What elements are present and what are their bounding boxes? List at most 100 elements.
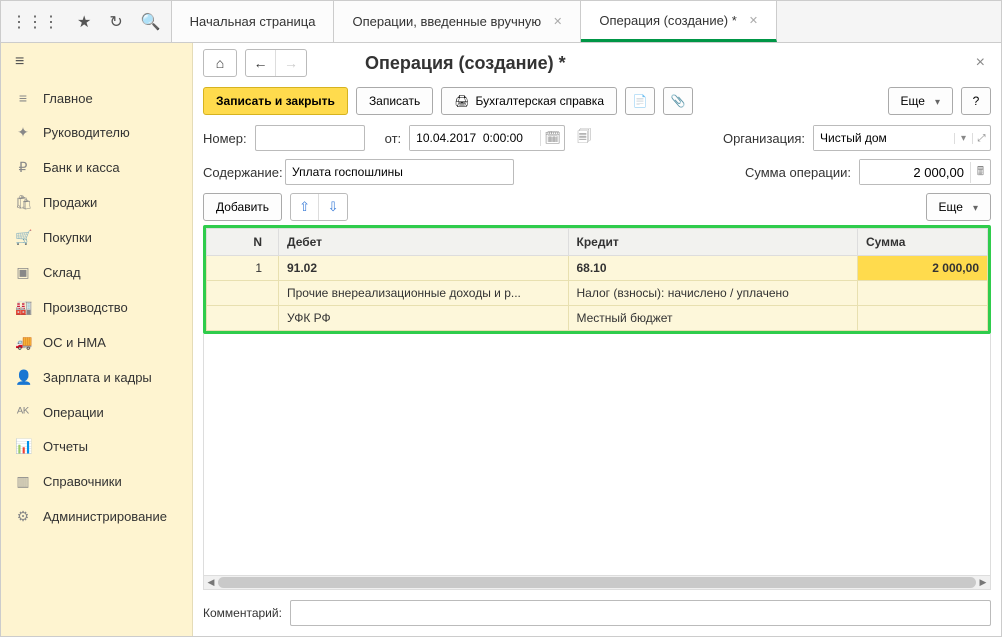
sidebar-item-label: Покупки — [43, 230, 92, 245]
factory-icon: 🏭 — [15, 299, 31, 316]
sidebar-item-label: Банк и касса — [43, 160, 120, 175]
cell-debit-code[interactable]: 91.02 — [279, 256, 569, 281]
sidebar-item-label: Зарплата и кадры — [43, 370, 152, 385]
sidebar-item-main[interactable]: ≡Главное — [1, 81, 192, 115]
apps-icon[interactable]: ⋮⋮⋮ — [7, 8, 63, 36]
main-toolbar: Записать и закрыть Записать 🖨 Бухгалтерск… — [203, 87, 991, 115]
close-icon[interactable]: ✕ — [553, 15, 562, 28]
open-ref-icon[interactable]: ⤢ — [972, 133, 990, 144]
sidebar-item-production[interactable]: 🏭Производство — [1, 290, 192, 325]
number-input[interactable] — [255, 125, 365, 151]
date-field: 🗓 — [409, 125, 565, 151]
warehouse-icon: ▣ — [15, 264, 31, 281]
star-icon[interactable]: ★ — [73, 8, 95, 36]
main-content: ⌂ ← → Операция (создание) * × Записать и… — [193, 43, 1001, 636]
col-debit[interactable]: Дебет — [279, 229, 569, 256]
forward-button[interactable]: → — [276, 50, 306, 76]
tab-operations-list[interactable]: Операции, введенные вручную ✕ — [334, 1, 581, 42]
calendar-icon[interactable]: 🗓 — [540, 130, 564, 146]
tab-home[interactable]: Начальная страница — [172, 1, 335, 42]
manager-icon: ✦ — [15, 124, 31, 141]
table-row-sub2[interactable]: УФК РФ Местный бюджет — [207, 306, 988, 331]
help-button[interactable]: ? — [961, 87, 991, 115]
table-more-button[interactable]: Еще — [926, 193, 991, 221]
comment-input[interactable] — [290, 600, 991, 626]
cell-credit-analytic1[interactable]: Налог (взносы): начислено / уплачено — [568, 281, 858, 306]
history-icon[interactable]: ↻ — [105, 8, 126, 36]
printer-icon: 🖨 — [454, 94, 469, 108]
table-header-row: N Дебет Кредит Сумма — [207, 229, 988, 256]
comment-row: Комментарий: — [203, 600, 991, 626]
sidebar-item-sales[interactable]: 🛍Продажи — [1, 185, 192, 220]
calculator-icon[interactable]: 🖩 — [970, 162, 990, 183]
sidebar-item-bank[interactable]: ₽Банк и касса — [1, 150, 192, 185]
sum-input[interactable] — [860, 160, 970, 184]
acc-ref-button[interactable]: 🖨 Бухгалтерская справка — [441, 87, 617, 115]
org-label: Организация: — [723, 131, 805, 146]
sidebar-collapse-icon[interactable]: ≡ — [1, 43, 192, 81]
comment-label: Комментарий: — [203, 606, 282, 620]
create-based-button[interactable]: 📄 — [625, 87, 655, 115]
number-label: Номер: — [203, 131, 247, 146]
table-row-sub1[interactable]: Прочие внереализационные доходы и р... Н… — [207, 281, 988, 306]
dropdown-icon[interactable]: ▾ — [954, 133, 972, 144]
date-input[interactable] — [410, 126, 540, 150]
scroll-right-icon[interactable]: ▶ — [976, 576, 990, 589]
horizontal-scrollbar[interactable]: ◀ ▶ — [203, 576, 991, 590]
org-input[interactable] — [814, 126, 954, 150]
tab-label: Начальная страница — [190, 14, 316, 29]
operations-icon: ᴬᴷ — [15, 404, 31, 420]
acc-ref-label: Бухгалтерская справка — [475, 94, 604, 108]
move-up-button[interactable]: ⇧ — [291, 194, 319, 220]
scroll-thumb[interactable] — [218, 577, 976, 588]
sidebar-item-admin[interactable]: ⚙ Администрирование — [1, 499, 192, 534]
close-page-button[interactable]: × — [970, 50, 991, 76]
col-credit[interactable]: Кредит — [568, 229, 858, 256]
cell-n[interactable]: 1 — [207, 256, 279, 281]
form-row-content: Содержание: Сумма операции: 🖩 — [203, 159, 991, 185]
table-empty-area[interactable] — [203, 334, 991, 576]
sidebar-item-operations[interactable]: ᴬᴷ Операции — [1, 395, 192, 429]
cart-icon: 🛒 — [15, 229, 31, 246]
chevron-down-icon — [969, 200, 978, 214]
save-close-button[interactable]: Записать и закрыть — [203, 87, 348, 115]
sidebar-item-assets[interactable]: 🚚 ОС и НМА — [1, 325, 192, 360]
sidebar-item-hr[interactable]: 👤Зарплата и кадры — [1, 360, 192, 395]
sidebar-item-label: Руководителю — [43, 125, 130, 140]
more-button[interactable]: Еще — [888, 87, 953, 115]
sidebar-item-purchases[interactable]: 🛒 Покупки — [1, 220, 192, 255]
cell-credit-code[interactable]: 68.10 — [568, 256, 858, 281]
gear-icon: ⚙ — [15, 508, 31, 525]
home-button[interactable]: ⌂ — [203, 49, 237, 77]
content-input[interactable] — [285, 159, 514, 185]
close-icon[interactable]: ✕ — [749, 14, 758, 27]
sidebar-item-label: Администрирование — [43, 509, 167, 524]
back-button[interactable]: ← — [246, 50, 276, 76]
cell-sum[interactable]: 2 000,00 — [858, 256, 988, 281]
sidebar-item-label: Продажи — [43, 195, 97, 210]
sidebar-item-reports[interactable]: 📊Отчеты — [1, 429, 192, 464]
sidebar-item-refs[interactable]: ▥ Справочники — [1, 464, 192, 499]
tab-operation-create[interactable]: Операция (создание) * ✕ — [581, 1, 777, 42]
doc-icon[interactable]: 🗐 — [573, 126, 595, 150]
sidebar-item-label: Справочники — [43, 474, 122, 489]
cell-debit-analytic1[interactable]: Прочие внереализационные доходы и р... — [279, 281, 569, 306]
truck-icon: 🚚 — [15, 334, 31, 351]
scroll-left-icon[interactable]: ◀ — [204, 576, 218, 589]
cell-debit-analytic2[interactable]: УФК РФ — [279, 306, 569, 331]
move-down-button[interactable]: ⇩ — [319, 194, 347, 220]
sidebar-item-manager[interactable]: ✦ Руководителю — [1, 115, 192, 150]
col-sum[interactable]: Сумма — [858, 229, 988, 256]
col-n[interactable]: N — [207, 229, 279, 256]
sidebar-item-label: Операции — [43, 405, 104, 420]
attach-button[interactable]: 📎 — [663, 87, 693, 115]
cell-credit-analytic2[interactable]: Местный бюджет — [568, 306, 858, 331]
book-icon: ▥ — [15, 473, 31, 490]
table-row[interactable]: 1 91.02 68.10 2 000,00 — [207, 256, 988, 281]
sidebar: ≡ ≡Главное ✦ Руководителю ₽Банк и касса 🛍… — [1, 43, 193, 636]
save-button[interactable]: Записать — [356, 87, 433, 115]
add-row-button[interactable]: Добавить — [203, 193, 282, 221]
sidebar-item-label: ОС и НМА — [43, 335, 106, 350]
search-icon[interactable]: 🔍 — [137, 8, 165, 36]
sidebar-item-warehouse[interactable]: ▣Склад — [1, 255, 192, 290]
